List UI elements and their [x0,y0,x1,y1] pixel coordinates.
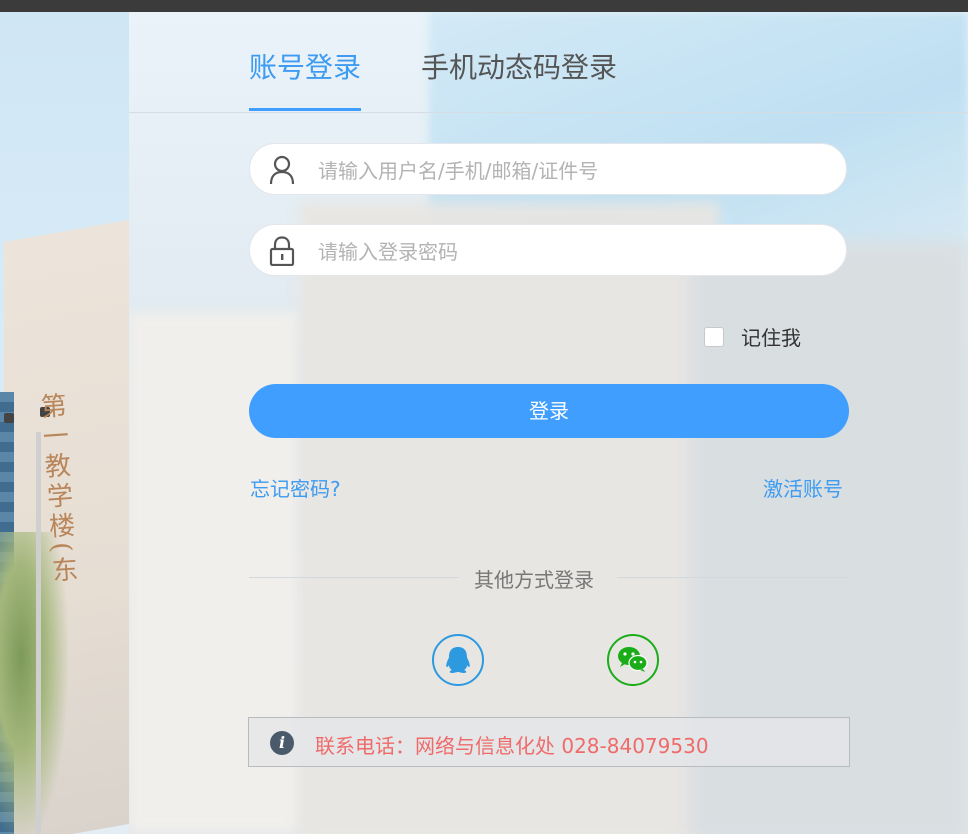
login-tabs: 账号登录 手机动态码登录 [249,40,617,112]
remember-me[interactable]: 记住我 [704,322,801,351]
contact-text: 联系电话：网络与信息化处 028-84079530 [315,734,709,758]
tab-account-login[interactable]: 账号登录 [249,40,362,112]
password-input[interactable] [316,235,820,269]
username-field[interactable] [249,143,847,195]
background-photo: 第一教学楼(东 [0,12,129,834]
remember-checkbox[interactable] [704,326,724,347]
user-icon [268,155,296,185]
divider-right [617,577,849,578]
qq-icon [434,647,482,688]
qq-login-button[interactable] [432,634,484,686]
activate-account-link[interactable]: 激活账号 [763,473,843,502]
contact-notice: i 联系电话：网络与信息化处 028-84079530 [248,717,850,767]
tab-divider [129,112,968,113]
forgot-password-link[interactable]: 忘记密码? [250,473,341,502]
window-top-bar [0,0,968,12]
password-field[interactable] [249,224,847,276]
info-icon: i [270,731,294,755]
tab-sms-login[interactable]: 手机动态码登录 [421,40,617,112]
remember-label: 记住我 [741,326,801,350]
username-input[interactable] [316,154,820,188]
other-login-title: 其他方式登录 [474,568,594,592]
login-button[interactable]: 登录 [249,384,849,438]
wechat-login-button[interactable] [607,634,659,686]
lock-icon [268,236,296,267]
wechat-icon [609,647,657,688]
divider-left [249,577,459,578]
